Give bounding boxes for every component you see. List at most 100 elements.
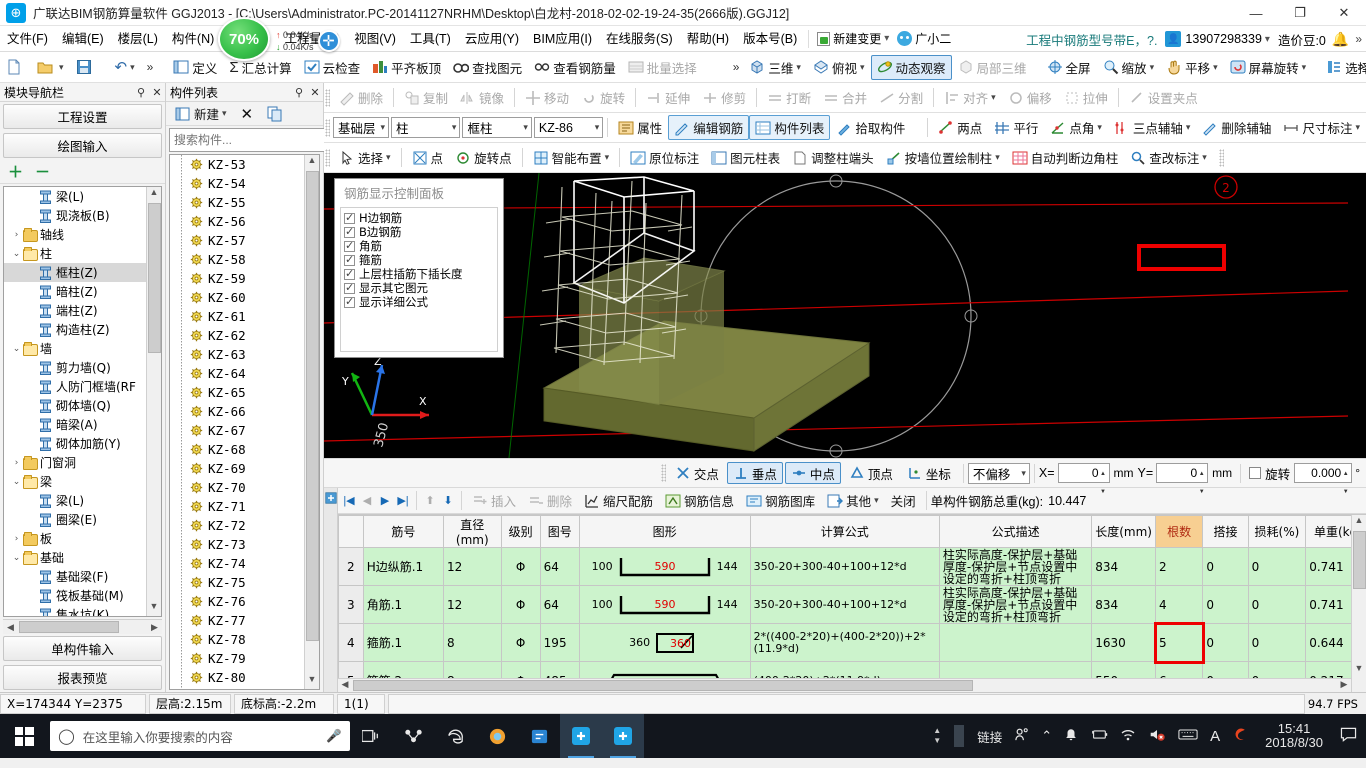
chevron-down-icon[interactable]: ▾: [860, 62, 865, 73]
loss-cell[interactable]: 0: [1247, 623, 1307, 662]
floor-select[interactable]: 基础层 ▾: [333, 117, 390, 138]
set-grip-button[interactable]: 设置夹点: [1123, 85, 1204, 110]
tree-expander[interactable]: ⌄: [10, 553, 23, 563]
menu-item-online-service[interactable]: 在线服务(S): [599, 26, 680, 52]
menu-item-help[interactable]: 帮助(H): [680, 26, 736, 52]
grid-vertical-scrollbar[interactable]: ▲ ▼: [1351, 515, 1366, 692]
component-list-item[interactable]: KZ-60: [170, 288, 304, 307]
chevron-down-icon[interactable]: ▾: [1097, 122, 1102, 133]
three-d-button[interactable]: 三维 ▾: [743, 55, 807, 80]
table-row[interactable]: 3 角筋.1 12 Φ 64 100 590 144 350-20+300-40+100+12*…: [338, 585, 1366, 624]
delete-row-button[interactable]: 删除: [522, 488, 578, 513]
3d-viewport[interactable]: 2 Z X Y 350 钢筋显示控制面板 ✓ H边钢筋 ✓ B边钢筋 ✓ 角筋 …: [324, 173, 1366, 458]
toolbar-overflow-right[interactable]: »: [1357, 59, 1364, 73]
formula-description-cell[interactable]: 柱实际高度-保护层+基础厚度-保护层+节点设置中设定的弯折+柱顶弯折: [938, 547, 1093, 586]
rebar-library-button[interactable]: 钢筋图库: [740, 488, 821, 513]
tray-link-label[interactable]: 链接: [972, 727, 1007, 746]
taskbar-search-box[interactable]: ◯ 在这里输入你要搜索的内容 🎤: [50, 721, 350, 751]
member-select[interactable]: KZ-86 ▾: [533, 117, 604, 138]
network-speed-widget[interactable]: 70% ↑ 0.04K/s ↓ 0.04K/s ✛: [218, 17, 368, 61]
chevron-down-icon[interactable]: ▾: [1355, 122, 1360, 133]
rebar-name-cell[interactable]: H边纵筋.1: [362, 547, 444, 586]
chevron-down-icon[interactable]: ▾: [130, 62, 135, 73]
tree-item-beam-icon[interactable]: 梁(L): [4, 491, 146, 510]
toolbar-overflow-left[interactable]: »: [141, 60, 160, 74]
nav-down-button[interactable]: ⬇: [439, 494, 457, 507]
shape-cell[interactable]: 100 590 144: [578, 547, 751, 586]
diameter-cell[interactable]: 12: [442, 585, 502, 624]
length-cell[interactable]: 1630: [1091, 623, 1157, 662]
chevron-down-icon[interactable]: ▾: [605, 152, 610, 163]
nav-last-button[interactable]: ▶|: [394, 494, 412, 507]
formula-cell[interactable]: 2*((400-2*20)+(400-2*20))+2*(11.9*d): [749, 623, 940, 662]
component-list-item[interactable]: KZ-65: [170, 383, 304, 402]
close-icon[interactable]: ✕: [149, 86, 165, 99]
chevron-down-icon[interactable]: ▾: [452, 122, 457, 133]
count-cell[interactable]: 2: [1155, 547, 1204, 586]
scroll-thumb[interactable]: [1353, 531, 1366, 589]
snap-vertex-button[interactable]: 顶点: [843, 462, 899, 484]
snap-perpendicular-button[interactable]: 垂点: [726, 462, 783, 484]
count-cell[interactable]: 4: [1155, 585, 1204, 624]
chevron-down-icon[interactable]: ▾: [884, 33, 889, 44]
scale-rebar-button[interactable]: 缩尺配筋: [578, 488, 659, 513]
tray-scroll-icons[interactable]: ▲ ▼: [928, 726, 946, 746]
grid-header-cell[interactable]: 筋号: [362, 515, 444, 548]
component-list-item[interactable]: KZ-56: [170, 212, 304, 231]
maximize-button[interactable]: ❐: [1278, 0, 1322, 26]
component-list-item[interactable]: KZ-81: [170, 687, 304, 689]
nav-up-button[interactable]: ⬆: [421, 494, 439, 507]
collapse-all-icon[interactable]: －: [35, 161, 50, 182]
tree-item-beam-icon[interactable]: 梁(L): [4, 187, 146, 206]
checkbox-icon[interactable]: [344, 295, 355, 308]
snapbar-grip[interactable]: [660, 464, 666, 482]
copy-component-button[interactable]: [261, 101, 292, 126]
toolbar-grip[interactable]: [1218, 148, 1224, 167]
tree-item-masonry-reinforce-icon[interactable]: 砌体加筋(Y): [4, 434, 146, 453]
tree-item-hidden-column-icon[interactable]: 暗柱(Z): [4, 282, 146, 301]
trim-button[interactable]: 修剪: [696, 85, 752, 110]
lap-cell[interactable]: 0: [1202, 585, 1249, 624]
length-cell[interactable]: 834: [1091, 585, 1157, 624]
component-list-item[interactable]: KZ-63: [170, 345, 304, 364]
grade-cell[interactable]: Φ: [500, 585, 541, 624]
loss-cell[interactable]: 0: [1247, 547, 1307, 586]
chevron-up-icon[interactable]: ⌃: [1036, 728, 1057, 744]
tree-item-raft-foundation-icon[interactable]: 筏板基础(M): [4, 586, 146, 605]
tree-item-foundation-beam-icon[interactable]: 基础梁(F): [4, 567, 146, 586]
tree-expander[interactable]: ⌄: [10, 249, 23, 259]
search-input[interactable]: [169, 128, 333, 152]
copy-button[interactable]: 复制: [398, 85, 454, 110]
component-list-item[interactable]: KZ-72: [170, 516, 304, 535]
component-list-item[interactable]: KZ-79: [170, 649, 304, 668]
component-list-button[interactable]: 构件列表: [749, 115, 831, 140]
save-button[interactable]: [70, 55, 101, 80]
category-select[interactable]: 柱 ▾: [391, 117, 461, 138]
delete-button[interactable]: 删除: [333, 85, 389, 110]
check-edit-note-button[interactable]: 查改标注 ▾: [1124, 145, 1213, 170]
tree-item-slab-icon[interactable]: 现浇板(B): [4, 206, 146, 225]
rebar-info-button[interactable]: 钢筋信息: [659, 488, 740, 513]
component-vertical-scrollbar[interactable]: ▲ ▼: [304, 155, 319, 689]
tree-item-structural-column-icon[interactable]: 构造柱(Z): [4, 320, 146, 339]
loss-cell[interactable]: 0: [1247, 585, 1307, 624]
delete-component-button[interactable]: ✕: [235, 101, 260, 126]
menu-item-cloud[interactable]: 云应用(Y): [458, 26, 526, 52]
dynamic-observe-button[interactable]: 动态观察: [870, 54, 952, 80]
close-icon[interactable]: ✕: [307, 86, 323, 99]
rebar-option-row[interactable]: 上层柱插筋下插长度: [344, 267, 497, 281]
delete-axis-button[interactable]: 删除辅轴: [1196, 115, 1277, 140]
grid-header-cell[interactable]: 图号: [539, 515, 580, 548]
component-list-item[interactable]: KZ-58: [170, 250, 304, 269]
element-column-table-button[interactable]: 图元柱表: [705, 145, 786, 170]
tree-item-sump-icon[interactable]: 集水坑(K): [4, 605, 146, 616]
component-list-item[interactable]: KZ-55: [170, 193, 304, 212]
bell-icon[interactable]: 🔔: [1332, 31, 1349, 48]
component-list-item[interactable]: KZ-64: [170, 364, 304, 383]
length-cell[interactable]: 834: [1091, 547, 1157, 586]
rebar-option-row[interactable]: 角筋: [344, 239, 497, 253]
chevron-down-icon[interactable]: ▾: [1302, 62, 1307, 73]
component-list[interactable]: KZ-53 KZ-54 KZ-55 KZ-56 KZ-57 KZ-58 KZ-59 KZ-60…: [169, 154, 320, 690]
chevron-down-icon[interactable]: ▾: [995, 152, 1000, 163]
nav-prev-button[interactable]: ◀: [358, 494, 376, 507]
